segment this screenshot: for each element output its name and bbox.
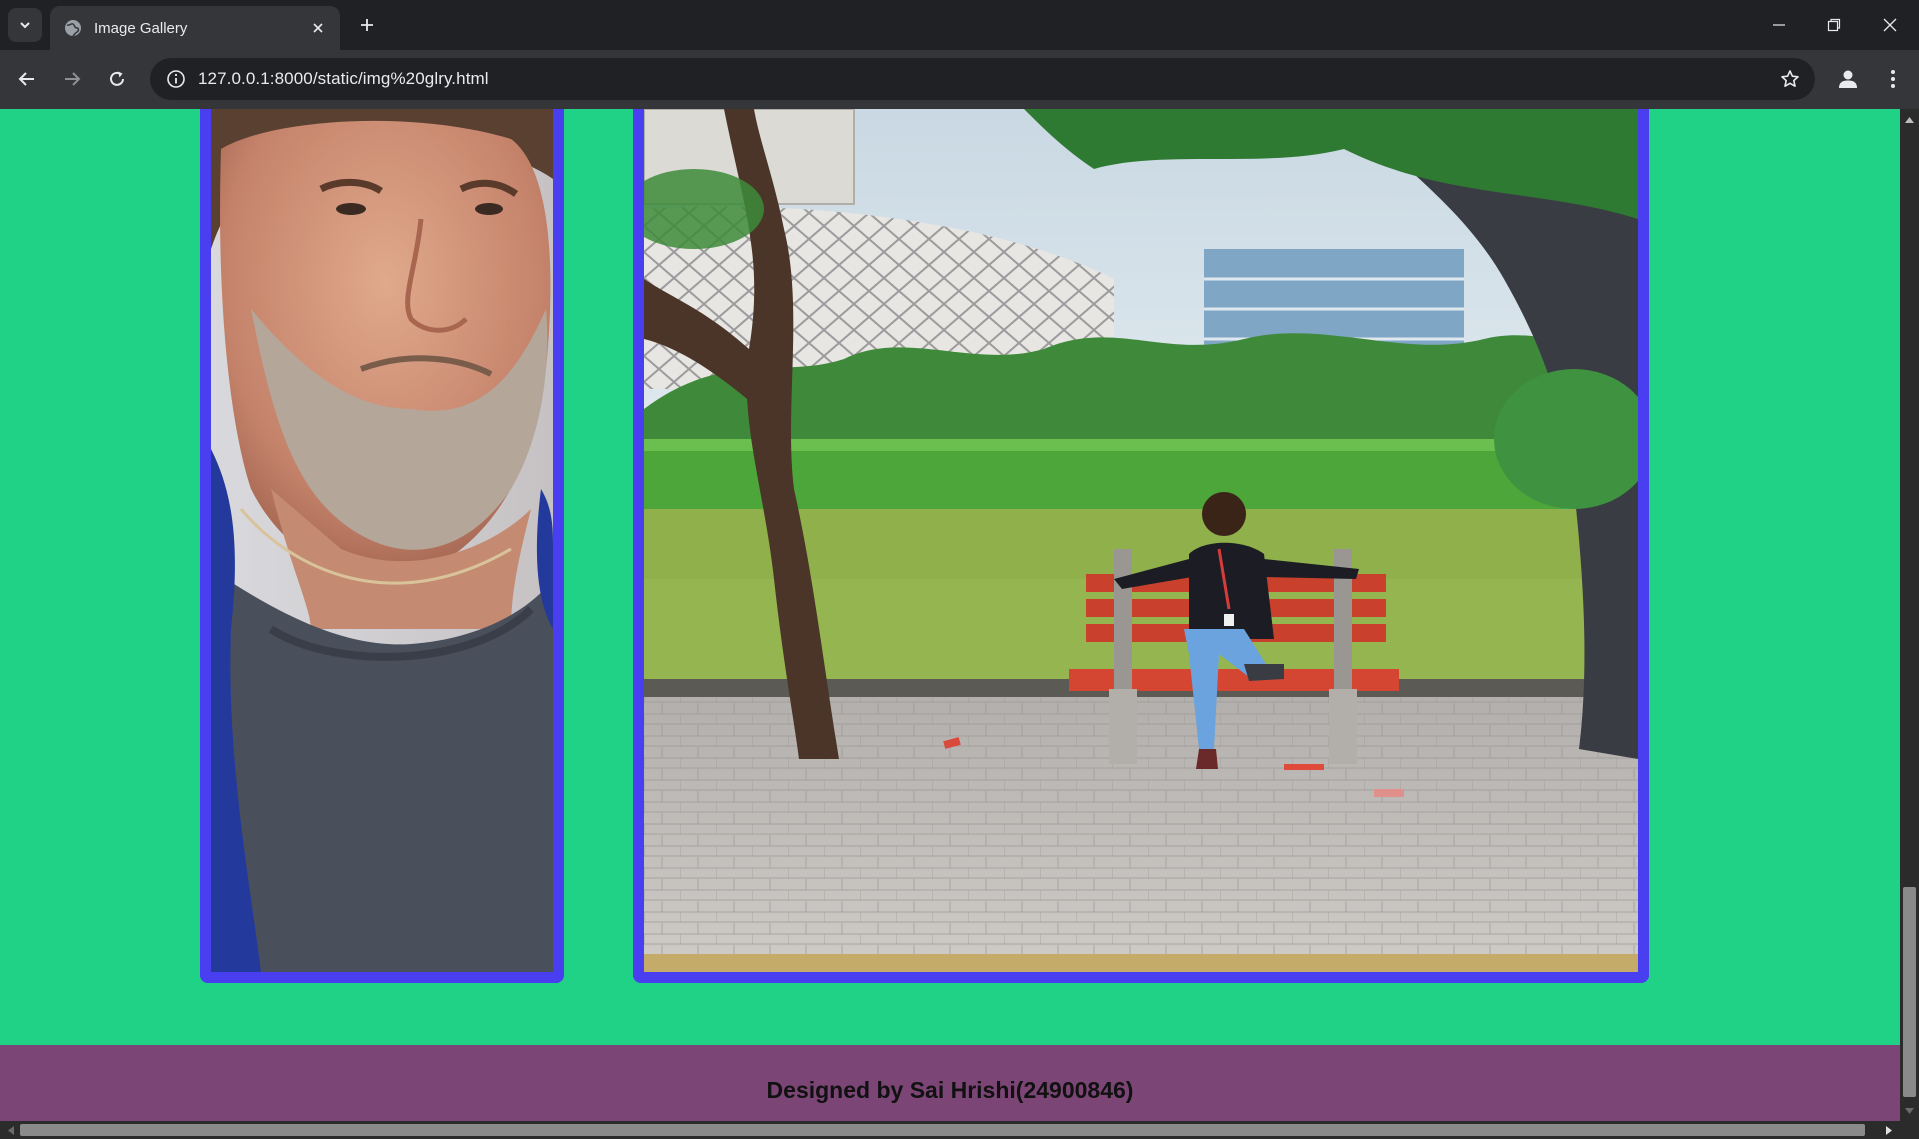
person-icon: [1839, 70, 1857, 88]
scroll-left-button[interactable]: [2, 1121, 20, 1139]
forward-button[interactable]: [55, 62, 89, 96]
horizontal-scroll-thumb[interactable]: [20, 1124, 1865, 1136]
site-info-button[interactable]: [164, 67, 188, 91]
close-icon: [1883, 18, 1897, 32]
kebab-menu-icon: [1891, 70, 1895, 88]
url-text: 127.0.0.1:8000/static/img%20glry.html: [198, 69, 489, 88]
minimize-button[interactable]: [1751, 0, 1807, 50]
portrait-photo: [211, 109, 553, 972]
reload-icon: [110, 71, 124, 86]
chevron-down-icon: [20, 22, 30, 29]
scroll-right-button[interactable]: [1880, 1121, 1898, 1139]
globe-icon: [64, 19, 82, 37]
arrow-right-icon: [65, 72, 81, 86]
browser-toolbar: 127.0.0.1:8000/static/img%20glry.html: [0, 50, 1919, 109]
page-footer: Designed by Sai Hrishi(24900846): [0, 1045, 1900, 1121]
address-bar[interactable]: 127.0.0.1:8000/static/img%20glry.html: [150, 58, 1815, 100]
star-icon: [1781, 70, 1799, 87]
restore-button[interactable]: [1806, 0, 1862, 50]
close-icon: [313, 23, 323, 33]
new-tab-button[interactable]: [352, 10, 382, 40]
gallery-image-portrait[interactable]: [200, 109, 564, 983]
park-bench-photo: [644, 109, 1638, 972]
triangle-up-icon: [1905, 116, 1914, 123]
triangle-down-icon: [1905, 1107, 1914, 1114]
info-icon: [167, 70, 185, 88]
horizontal-scrollbar[interactable]: [0, 1121, 1919, 1139]
restore-icon: [1827, 18, 1841, 32]
vertical-scroll-thumb[interactable]: [1903, 887, 1916, 1097]
vertical-scrollbar[interactable]: [1900, 109, 1919, 1121]
plus-icon: [361, 19, 373, 31]
arrow-left-icon: [18, 72, 34, 86]
minimize-icon: [1773, 24, 1785, 26]
tab-title: Image Gallery: [94, 19, 188, 37]
bookmark-button[interactable]: [1773, 62, 1807, 96]
tab-close-button[interactable]: [306, 16, 330, 40]
reload-button[interactable]: [100, 62, 134, 96]
tab-image-gallery[interactable]: Image Gallery: [50, 6, 340, 50]
tab-search-button[interactable]: [8, 8, 42, 42]
window-close-button[interactable]: [1862, 0, 1918, 50]
footer-credit-text: Designed by Sai Hrishi(24900846): [766, 1076, 1134, 1103]
back-button[interactable]: [10, 62, 44, 96]
page-viewport: Designed by Sai Hrishi(24900846): [0, 109, 1900, 1121]
scroll-up-button[interactable]: [1900, 111, 1919, 128]
profile-button[interactable]: [1831, 62, 1865, 96]
tab-strip: Image Gallery: [0, 0, 1919, 50]
triangle-left-icon: [8, 1125, 14, 1135]
browser-menu-button[interactable]: [1876, 62, 1910, 96]
triangle-right-icon: [1886, 1125, 1892, 1135]
scroll-down-button[interactable]: [1900, 1102, 1919, 1119]
gallery-image-park-bench[interactable]: [633, 109, 1649, 983]
